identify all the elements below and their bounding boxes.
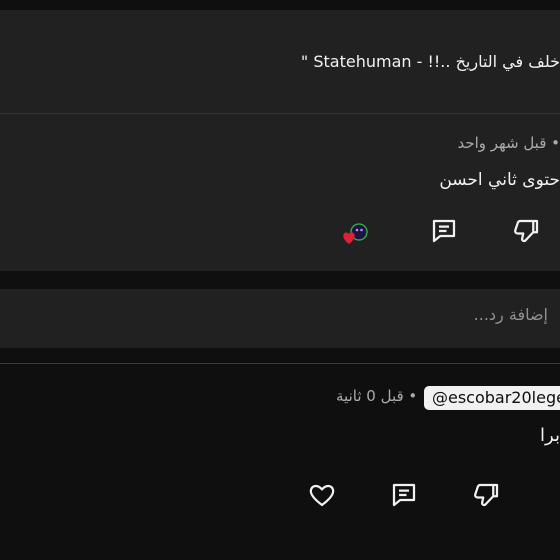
dislike-icon[interactable]: [472, 480, 502, 510]
thread-divider: [0, 363, 560, 364]
mention-chip[interactable]: @escobar20lege: [424, 386, 560, 410]
comment-panel: خلف في التاريخ ..!! - Statehuman " • قبل…: [0, 10, 560, 271]
comment-text: حتوى ثاني احسن: [439, 170, 560, 190]
reply-input-panel: إضافة رد...: [0, 289, 560, 348]
reply-input[interactable]: إضافة رد...: [474, 305, 548, 324]
dislike-icon[interactable]: [512, 216, 542, 246]
reply-timestamp: • قبل 0 ثانية: [336, 387, 418, 405]
reply-text: برا: [540, 425, 560, 446]
quoted-comment-text: خلف في التاريخ ..!! - Statehuman ": [300, 52, 560, 71]
comment-timestamp: • قبل شهر واحد: [457, 134, 560, 152]
top-bar: [0, 0, 560, 10]
reply-icon[interactable]: [389, 480, 419, 510]
creator-heart-icon[interactable]: [340, 218, 370, 248]
heart-outline-icon[interactable]: [307, 480, 337, 510]
panel-divider: [0, 113, 560, 114]
reply-icon[interactable]: [429, 216, 459, 246]
